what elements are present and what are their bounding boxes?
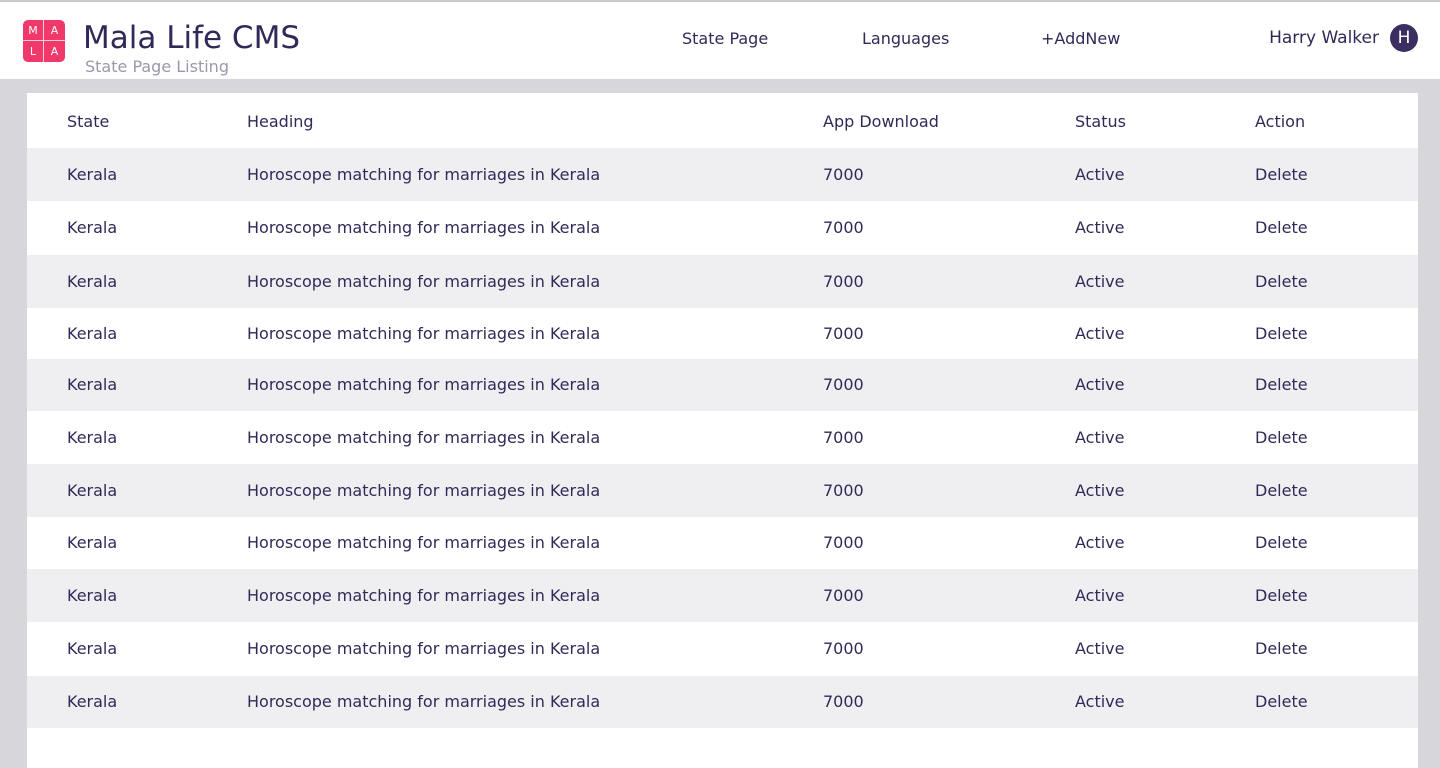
- cell-status: Active: [1075, 585, 1125, 605]
- delete-link[interactable]: Delete: [1255, 428, 1308, 448]
- delete-link[interactable]: Delete: [1255, 533, 1308, 553]
- table-row[interactable]: Kerala Horoscope matching for marriages i…: [27, 201, 1418, 254]
- delete-link[interactable]: Delete: [1255, 692, 1308, 712]
- delete-link[interactable]: Delete: [1255, 218, 1308, 238]
- column-header-status: Status: [1075, 112, 1126, 131]
- column-header-state: State: [67, 112, 110, 131]
- cell-status: Active: [1075, 323, 1125, 343]
- cell-app-download: 7000: [823, 639, 864, 658]
- nav-add-new[interactable]: +AddNew: [1041, 29, 1120, 49]
- logo-letter: M: [23, 20, 44, 41]
- state-page-table: State Heading App Download Status Action…: [27, 93, 1418, 728]
- delete-link[interactable]: Delete: [1255, 481, 1308, 501]
- table-row[interactable]: Kerala Horoscope matching for marriages i…: [27, 676, 1418, 728]
- delete-link[interactable]: Delete: [1255, 375, 1308, 395]
- cell-app-download: 7000: [823, 692, 864, 711]
- cell-state: Kerala: [67, 164, 118, 184]
- nav-languages[interactable]: Languages: [862, 29, 949, 49]
- cell-status: Active: [1075, 375, 1125, 394]
- cell-heading: Horoscope matching for marriages in Kera…: [247, 375, 601, 394]
- cell-status: Active: [1075, 217, 1125, 237]
- cell-state: Kerala: [67, 639, 118, 658]
- cell-heading: Horoscope matching for marriages in Kera…: [247, 217, 601, 237]
- cell-heading: Horoscope matching for marriages in Kera…: [247, 480, 601, 500]
- logo-letter: A: [50, 45, 59, 58]
- table-row[interactable]: Kerala Horoscope matching for marriages i…: [27, 464, 1418, 517]
- cell-status: Active: [1075, 427, 1125, 447]
- cell-state: Kerala: [67, 323, 118, 343]
- table-row[interactable]: Kerala Horoscope matching for marriages i…: [27, 569, 1418, 622]
- cell-app-download: 7000: [823, 323, 864, 343]
- delete-link[interactable]: Delete: [1255, 165, 1308, 185]
- page-subtitle: State Page Listing: [85, 57, 229, 76]
- cell-heading: Horoscope matching for marriages in Kera…: [247, 692, 601, 711]
- cell-app-download: 7000: [823, 271, 864, 291]
- cell-heading: Horoscope matching for marriages in Kera…: [247, 323, 601, 343]
- table-row[interactable]: Kerala Horoscope matching for marriages i…: [27, 359, 1418, 411]
- cell-status: Active: [1075, 533, 1125, 552]
- listing-panel: State Heading App Download Status Action…: [27, 93, 1418, 768]
- cell-state: Kerala: [67, 271, 118, 291]
- delete-link[interactable]: Delete: [1255, 272, 1308, 292]
- cell-state: Kerala: [67, 427, 118, 447]
- app-title: Mala Life CMS: [83, 20, 300, 56]
- cell-heading: Horoscope matching for marriages in Kera…: [247, 639, 601, 658]
- logo-letter: L: [23, 41, 44, 62]
- delete-link[interactable]: Delete: [1255, 324, 1308, 344]
- cell-status: Active: [1075, 164, 1125, 184]
- cell-status: Active: [1075, 639, 1125, 658]
- column-header-heading: Heading: [247, 112, 314, 131]
- cell-state: Kerala: [67, 217, 118, 237]
- cell-app-download: 7000: [823, 533, 864, 552]
- cell-app-download: 7000: [823, 427, 864, 447]
- cell-status: Active: [1075, 271, 1125, 291]
- cell-app-download: 7000: [823, 375, 864, 394]
- cell-heading: Horoscope matching for marriages in Kera…: [247, 271, 601, 291]
- delete-link[interactable]: Delete: [1255, 639, 1308, 659]
- cell-app-download: 7000: [823, 585, 864, 605]
- mala-logo-icon[interactable]: M A L A: [23, 20, 65, 62]
- app-header: M A L A Mala Life CMS State Page Listing…: [0, 0, 1440, 79]
- user-avatar[interactable]: H: [1390, 24, 1418, 52]
- column-header-action: Action: [1255, 112, 1306, 131]
- table-row[interactable]: Kerala Horoscope matching for marriages i…: [27, 308, 1418, 359]
- cell-status: Active: [1075, 692, 1125, 711]
- cell-app-download: 7000: [823, 480, 864, 500]
- delete-link[interactable]: Delete: [1255, 586, 1308, 606]
- cell-state: Kerala: [67, 480, 118, 500]
- logo-letter: A: [44, 20, 65, 41]
- cell-state: Kerala: [67, 585, 118, 605]
- cell-state: Kerala: [67, 375, 118, 394]
- table-row[interactable]: Kerala Horoscope matching for marriages i…: [27, 622, 1418, 676]
- table-row[interactable]: Kerala Horoscope matching for marriages i…: [27, 255, 1418, 308]
- cell-heading: Horoscope matching for marriages in Kera…: [247, 533, 601, 552]
- cell-heading: Horoscope matching for marriages in Kera…: [247, 585, 601, 605]
- column-header-app-download: App Download: [823, 112, 939, 131]
- table-row[interactable]: Kerala Horoscope matching for marriages i…: [27, 411, 1418, 464]
- cell-state: Kerala: [67, 692, 118, 711]
- table-header: State Heading App Download Status Action: [27, 93, 1418, 149]
- table-row[interactable]: Kerala Horoscope matching for marriages i…: [27, 517, 1418, 569]
- cell-app-download: 7000: [823, 164, 864, 184]
- cell-app-download: 7000: [823, 217, 864, 237]
- user-name[interactable]: Harry Walker: [1269, 28, 1379, 48]
- cell-status: Active: [1075, 480, 1125, 500]
- table-row[interactable]: Kerala Horoscope matching for marriages i…: [27, 148, 1418, 201]
- cell-heading: Horoscope matching for marriages in Kera…: [247, 164, 601, 184]
- cell-heading: Horoscope matching for marriages in Kera…: [247, 427, 601, 447]
- nav-state-page[interactable]: State Page: [682, 29, 768, 49]
- cell-state: Kerala: [67, 533, 118, 552]
